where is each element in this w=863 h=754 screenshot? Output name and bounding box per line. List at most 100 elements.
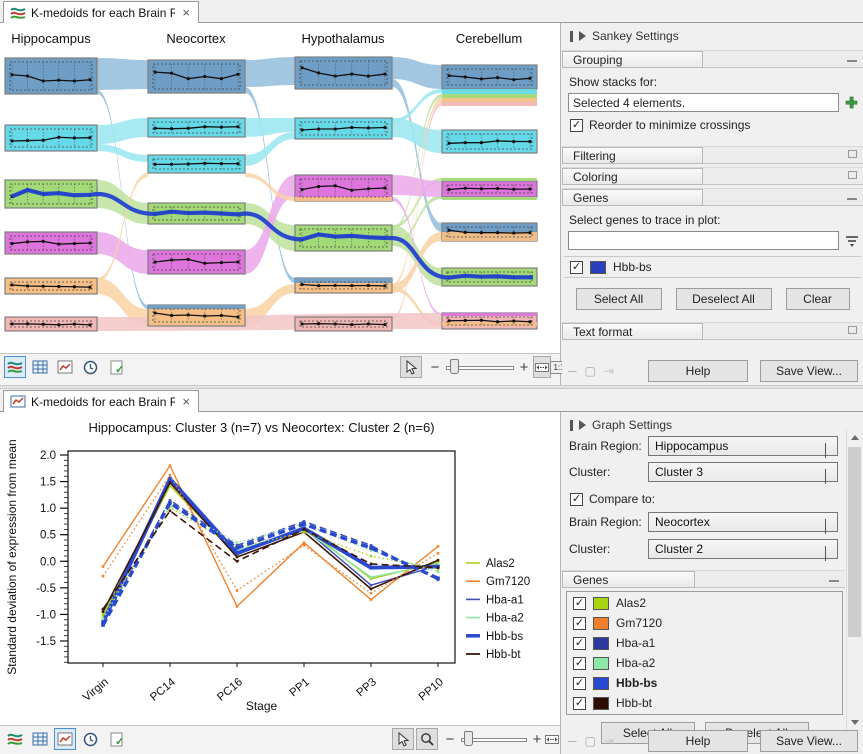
section-genes[interactable]: Genes — [562, 188, 863, 206]
minimize-icon[interactable]: ─ — [568, 734, 577, 748]
deselect-all-button[interactable]: Deselect All — [676, 288, 772, 310]
table-view-button[interactable] — [29, 356, 51, 378]
scroll-down-button[interactable] — [848, 715, 861, 730]
gene-checkbox[interactable]: ✓ — [573, 617, 586, 630]
sankey-link-blue[interactable] — [245, 57, 295, 87]
clear-button[interactable]: Clear — [786, 288, 850, 310]
gene-checkbox[interactable]: ✓ — [570, 261, 583, 274]
gene-row-gm7120[interactable]: ✓Gm7120 — [567, 613, 842, 633]
panel-arrow-icon[interactable] — [579, 31, 586, 41]
zoom-in-button[interactable]: + — [517, 356, 531, 378]
line-chart-view-button[interactable] — [54, 356, 76, 378]
float-icon[interactable]: ▢ — [585, 364, 596, 378]
sankey-view-button[interactable] — [4, 356, 26, 378]
sankey-node-y1[interactable] — [295, 57, 392, 89]
gene-row-hbb-bs[interactable]: ✓Hbb-bs — [567, 673, 842, 693]
fit-width-button[interactable] — [544, 728, 560, 750]
sankey-diagram-view[interactable]: HippocampusNeocortexHypothalamusCerebell… — [0, 23, 561, 353]
sankey-view-button[interactable] — [4, 728, 26, 750]
brain-region-select-2[interactable]: Neocortex — [648, 512, 838, 532]
fit-width-button[interactable] — [533, 356, 551, 378]
reorder-checkbox[interactable]: ✓ — [570, 119, 583, 132]
gene-row-hbb-bt[interactable]: ✓Hbb-bt — [567, 693, 842, 713]
history-view-button[interactable] — [79, 728, 101, 750]
tab-kmedoids-graph[interactable]: K-medoids for each Brain Regi... × — [3, 390, 199, 412]
grouping-section-label[interactable]: Grouping — [562, 51, 703, 68]
minimize-icon[interactable]: ─ — [568, 364, 577, 378]
scrollbar-thumb[interactable] — [848, 447, 861, 637]
collapse-icon[interactable] — [847, 192, 857, 203]
settings-scrollbar[interactable] — [846, 430, 861, 730]
line-chart-view-button[interactable] — [54, 728, 76, 750]
add-stack-button[interactable] — [844, 95, 859, 110]
history-view-button[interactable] — [79, 356, 101, 378]
sankey-diagram[interactable] — [0, 23, 561, 353]
gene-search-input[interactable] — [568, 231, 839, 250]
float-icon[interactable]: ▢ — [585, 734, 596, 748]
panel-arrow-icon[interactable] — [579, 420, 586, 430]
section-coloring[interactable]: Coloring — [562, 167, 863, 185]
collapse-icon[interactable] — [847, 54, 857, 65]
gene-checkbox[interactable]: ✓ — [573, 697, 586, 710]
tab-kmedoids-sankey[interactable]: K-medoids for each Brain Regi... × — [3, 1, 199, 23]
zoom-out-button[interactable]: − — [443, 728, 457, 750]
compare-checkbox[interactable]: ✓ — [570, 493, 583, 506]
tab-close-icon[interactable]: × — [180, 5, 192, 20]
section-genes[interactable]: Genes — [562, 570, 845, 588]
zoom-out-button[interactable]: − — [428, 356, 442, 378]
dock-icon[interactable]: ⇥ — [604, 364, 614, 378]
brain-region-select-1[interactable]: Hippocampus — [648, 436, 838, 456]
genes-section-label[interactable]: Genes — [562, 189, 703, 206]
collapse-icon[interactable] — [829, 574, 839, 585]
gene-checkbox[interactable]: ✓ — [573, 657, 586, 670]
save-view-button[interactable]: Save View... — [760, 360, 858, 382]
pointer-tool-button[interactable] — [392, 728, 414, 750]
gene-checkbox[interactable]: ✓ — [573, 637, 586, 650]
section-text-format[interactable]: Text format — [562, 322, 863, 340]
filtering-section-label[interactable]: Filtering — [562, 147, 703, 164]
reorder-checkbox-row[interactable]: ✓ Reorder to minimize crossings — [562, 112, 863, 134]
gene-row-hbb-bs[interactable]: ✓Hbb-bs — [564, 257, 861, 277]
help-button[interactable]: Help — [648, 730, 748, 752]
dock-icon[interactable]: ⇥ — [604, 734, 614, 748]
zoom-slider-handle[interactable] — [464, 731, 473, 746]
tab-close-icon[interactable]: × — [180, 394, 192, 409]
filter-icon[interactable] — [844, 234, 860, 248]
section-grouping[interactable]: Grouping — [562, 50, 863, 68]
section-filtering[interactable]: Filtering — [562, 146, 863, 164]
gene-row-hba-a2[interactable]: ✓Hba-a2 — [567, 653, 842, 673]
compare-checkbox-row[interactable]: ✓ Compare to: — [562, 487, 863, 508]
zoom-tool-button[interactable] — [416, 728, 438, 750]
sankey-link-magenta[interactable] — [97, 232, 148, 274]
float-icon[interactable] — [848, 171, 857, 182]
pointer-tool-button[interactable] — [400, 356, 422, 378]
help-button[interactable]: Help — [648, 360, 748, 382]
genes-section-label[interactable]: Genes — [562, 571, 695, 588]
gene-row-hba-a1[interactable]: ✓Hba-a1 — [567, 633, 842, 653]
text-format-section-label[interactable]: Text format — [562, 323, 703, 340]
line-chart-view[interactable]: Hippocampus: Cluster 3 (n=7) vs Neocorte… — [0, 412, 561, 725]
zoom-slider-handle[interactable] — [450, 359, 459, 374]
sankey-link-cyan[interactable] — [245, 132, 295, 166]
float-icon[interactable] — [848, 150, 857, 161]
gene-checkbox[interactable]: ✓ — [573, 597, 586, 610]
cluster-select-1[interactable]: Cluster 3 — [648, 462, 838, 482]
sankey-link-cyan[interactable] — [97, 118, 148, 144]
gene-checkbox[interactable]: ✓ — [573, 677, 586, 690]
zoom-in-button[interactable]: + — [530, 728, 544, 750]
sankey-link-cyan[interactable] — [392, 118, 442, 153]
sankey-link-cyan[interactable] — [97, 144, 148, 162]
report-view-button[interactable]: ✓ — [106, 356, 128, 378]
sankey-node-h1[interactable] — [5, 58, 97, 94]
gene-row-alas2[interactable]: ✓Alas2 — [567, 593, 842, 613]
select-all-button[interactable]: Select All — [576, 288, 662, 310]
coloring-section-label[interactable]: Coloring — [562, 168, 703, 185]
stacks-input[interactable]: Selected 4 elements. — [568, 93, 839, 112]
report-view-button[interactable]: ✓ — [106, 728, 128, 750]
float-icon[interactable] — [848, 326, 857, 337]
table-view-button[interactable] — [29, 728, 51, 750]
cluster-select-2[interactable]: Cluster 2 — [648, 539, 838, 559]
scroll-up-button[interactable] — [848, 430, 861, 445]
save-view-button[interactable]: Save View... — [760, 730, 858, 752]
sankey-link-blue[interactable] — [97, 58, 148, 90]
